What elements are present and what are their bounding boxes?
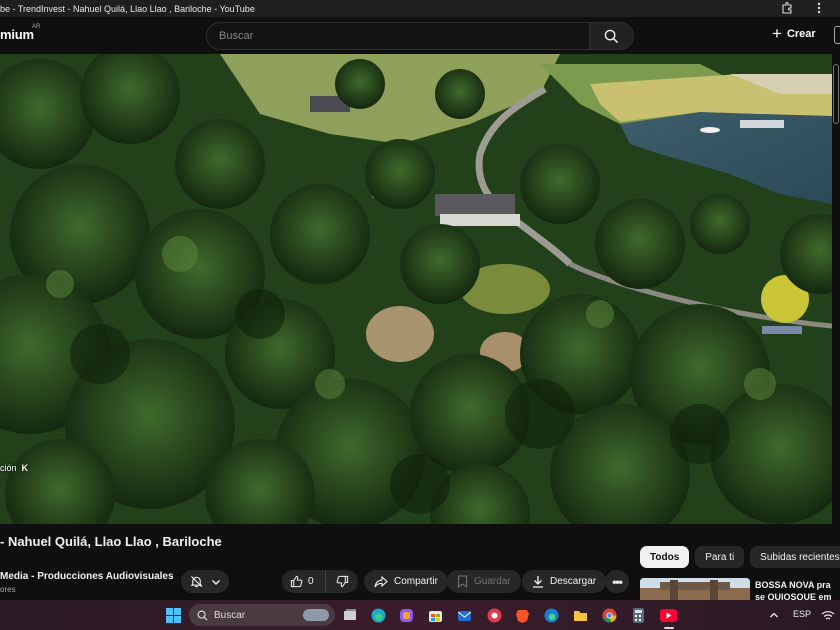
create-label: Crear — [786, 28, 816, 40]
share-label: Compartir — [394, 576, 438, 587]
taskbar-search-label: Buscar — [214, 609, 246, 621]
search-icon — [604, 29, 619, 43]
brave-icon[interactable] — [512, 605, 532, 625]
save-label: Guardar — [474, 576, 511, 587]
task-view-icon[interactable] — [340, 605, 360, 625]
copilot-icon[interactable] — [396, 605, 416, 625]
mail-icon[interactable] — [454, 605, 474, 625]
chip-todos[interactable]: Todos — [640, 546, 690, 568]
search-box — [206, 22, 634, 50]
youtube-icon[interactable] — [658, 605, 678, 625]
input-language[interactable]: ESP — [793, 609, 811, 619]
chrome-icon[interactable] — [599, 605, 619, 625]
extensions-icon[interactable] — [780, 1, 794, 15]
taskbar-search[interactable]: Buscar — [189, 604, 335, 626]
bell-off-icon — [190, 575, 202, 588]
youtube-header: mium AR + Crear — [0, 17, 840, 54]
chip-para-ti[interactable]: Para ti — [695, 546, 745, 568]
window-title: be - TrendInvest - Nahuel Quilá, Llao Ll… — [0, 3, 255, 14]
wifi-icon[interactable] — [818, 605, 838, 625]
share-button[interactable]: Compartir — [364, 570, 448, 593]
youtube-premium-logo[interactable]: mium — [0, 27, 34, 42]
windows-start-icon[interactable] — [163, 605, 183, 625]
filter-chips: Todos Para ti Subidas recientes V — [640, 546, 840, 568]
create-button[interactable]: + Crear — [772, 24, 816, 43]
search-icon — [197, 610, 208, 621]
store-icon[interactable] — [425, 605, 445, 625]
channel-name[interactable]: Media - Producciones Audiovisuales — [0, 571, 174, 582]
more-vert-icon[interactable] — [812, 1, 826, 15]
rec-icon[interactable] — [484, 605, 504, 625]
calculator-icon[interactable] — [628, 605, 648, 625]
window-titlebar: be - TrendInvest - Nahuel Quilá, Llao Ll… — [0, 0, 840, 17]
chip-subidas-recientes[interactable]: Subidas recientes — [750, 546, 840, 568]
download-icon — [533, 576, 543, 588]
overlay-key: K — [21, 463, 29, 473]
more-horiz-icon: ••• — [612, 574, 623, 589]
video-overlay-hint: ción K — [0, 463, 28, 473]
scrollbar[interactable] — [832, 54, 840, 524]
plus-icon: + — [772, 24, 782, 43]
subscribed-notifications-button[interactable] — [181, 570, 229, 593]
dislike-button[interactable] — [326, 570, 358, 593]
more-actions-button[interactable]: ••• — [605, 570, 629, 593]
recommended-title[interactable]: BOSSA NOVA pra se QUIOSQUE em COPA — [755, 579, 840, 601]
subscriber-count: ores — [0, 585, 16, 594]
download-button[interactable]: Descargar — [522, 570, 607, 593]
video-player[interactable]: ción K — [0, 54, 832, 524]
thumbs-down-icon — [336, 575, 348, 588]
save-button[interactable]: Guardar — [447, 570, 521, 593]
notifications-icon[interactable] — [834, 26, 840, 44]
chevron-up-icon[interactable] — [764, 605, 784, 625]
folder-icon[interactable] — [570, 605, 590, 625]
active-app-indicator — [664, 627, 674, 629]
search-button[interactable] — [589, 23, 633, 49]
overlay-text: ción — [0, 463, 17, 473]
recommended-thumbnail[interactable] — [640, 578, 750, 600]
video-title: - Nahuel Quilá, Llao Llao , Bariloche — [0, 534, 222, 549]
like-dislike-group: 0 — [282, 570, 358, 593]
thumbs-up-icon — [290, 575, 303, 588]
chevron-down-icon — [211, 579, 220, 585]
download-label: Descargar — [550, 576, 597, 587]
bookmark-icon — [457, 575, 468, 588]
like-count: 0 — [308, 576, 314, 587]
logo-country-code: AR — [32, 24, 41, 30]
thumbnail-image — [640, 578, 750, 600]
like-button[interactable]: 0 — [282, 570, 326, 593]
search-input[interactable] — [207, 23, 587, 49]
edge-alt-icon[interactable] — [541, 605, 561, 625]
share-icon — [374, 575, 388, 587]
video-frame — [0, 54, 832, 524]
edge-icon[interactable] — [368, 605, 388, 625]
scrollbar-thumb[interactable] — [833, 64, 839, 124]
windows-taskbar: Buscar ESP — [0, 600, 840, 630]
search-highlight-icon — [303, 609, 329, 621]
